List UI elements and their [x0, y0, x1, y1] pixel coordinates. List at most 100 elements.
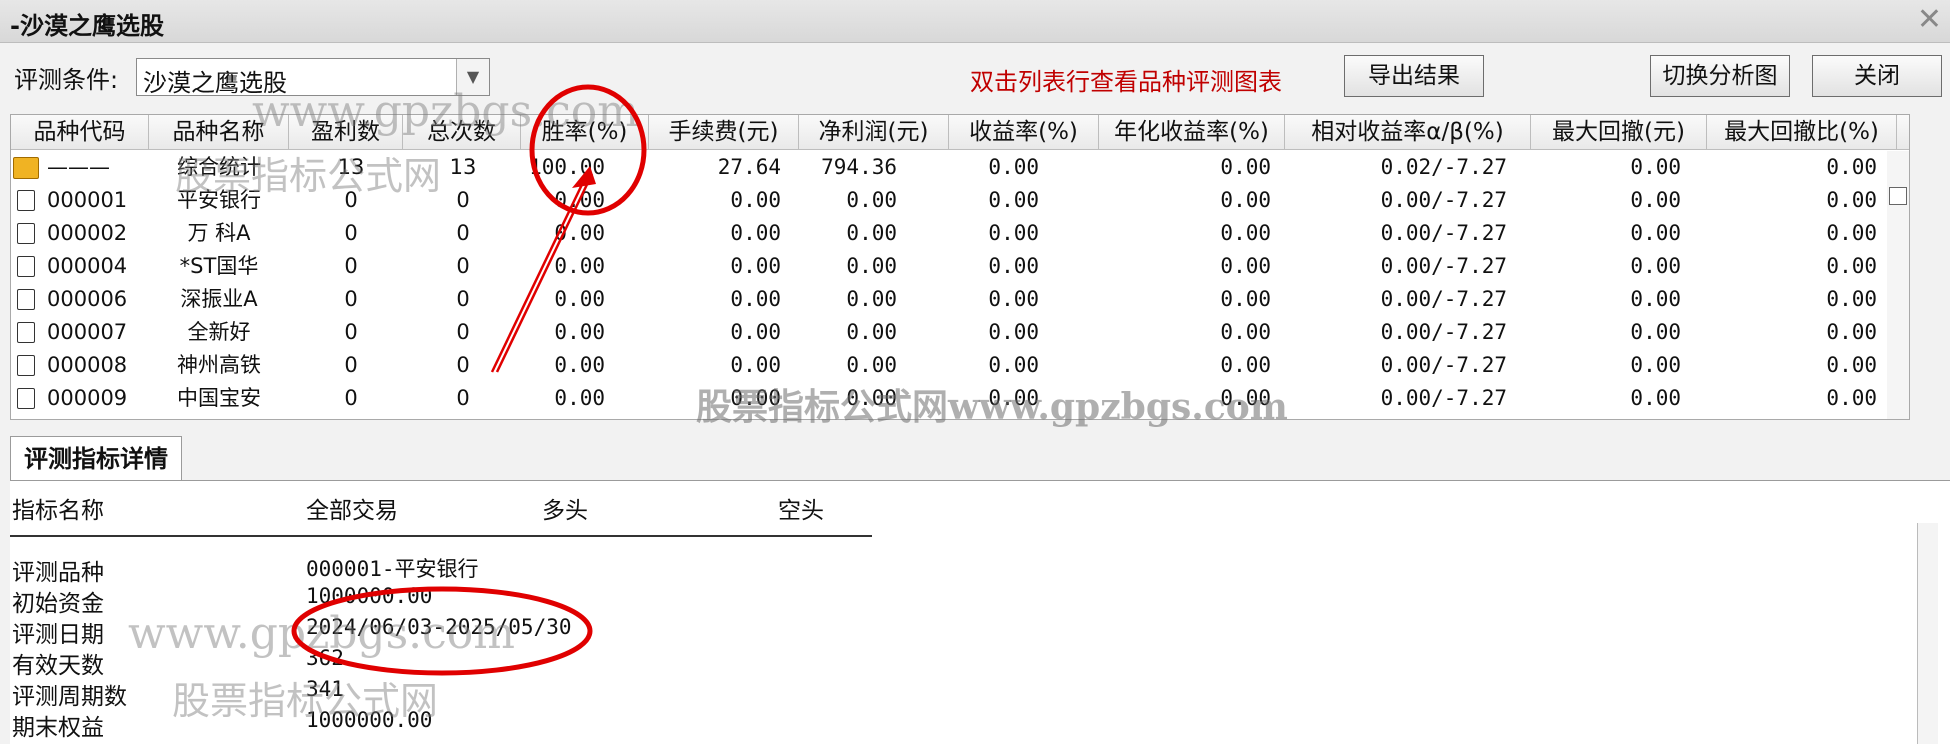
cell-ddr: 0.00	[1826, 155, 1877, 179]
detail-row: 初始资金 1000000.00	[10, 584, 910, 617]
column-header[interactable]: 盈利数	[289, 115, 403, 149]
folder-icon	[13, 157, 39, 179]
detail-header-name: 指标名称	[12, 498, 104, 524]
condition-select[interactable]: 沙漠之鹰选股 ▼	[136, 58, 490, 97]
detail-value: 000001-平安银行	[306, 557, 479, 581]
cell-ret: 0.00	[988, 353, 1039, 377]
column-header[interactable]: 胜率(%)	[521, 115, 649, 149]
detail-header-all: 全部交易	[306, 498, 398, 524]
close-icon[interactable]: ✕	[1917, 2, 1942, 37]
cell-ddr: 0.00	[1826, 386, 1877, 410]
detail-panel: 指标名称 全部交易 多头 空头 评测品种 000001-平安银行 初始资金 10000…	[10, 480, 1950, 744]
cell-name: 综合统计	[177, 155, 261, 179]
cell-code: 000007	[47, 320, 128, 344]
detail-value: 341	[306, 677, 344, 701]
detail-value: 1000000.00	[306, 584, 433, 608]
cell-ret: 0.00	[988, 386, 1039, 410]
detail-scrollbar[interactable]	[1917, 523, 1938, 744]
cell-ret: 0.00	[988, 188, 1039, 212]
document-icon	[17, 388, 35, 409]
close-button[interactable]: 关闭	[1812, 55, 1942, 97]
cell-annual: 0.00	[1220, 221, 1271, 245]
table-row[interactable]: ——— 综合统计 13 13 100.00 27.64 794.36 0.00 0.00 0.02…	[11, 151, 1909, 184]
column-header[interactable]: 手续费(元)	[649, 115, 799, 149]
chevron-down-icon[interactable]: ▼	[456, 59, 489, 95]
table-row[interactable]: 000007 全新好 0 0 0.00 0.00 0.00 0.00 0.00 0.00/-7.2…	[11, 316, 1909, 349]
cell-code: ———	[47, 155, 110, 179]
cell-code: 000006	[47, 287, 128, 311]
document-icon	[17, 223, 35, 244]
cell-annual: 0.00	[1220, 254, 1271, 278]
cell-annual: 0.00	[1220, 353, 1271, 377]
detail-value: 2024/06/03-2025/05/30	[306, 615, 572, 639]
cell-name: 万 科A	[187, 221, 251, 245]
cell-annual: 0.00	[1220, 386, 1271, 410]
cell-ret: 0.00	[988, 221, 1039, 245]
cell-code: 000008	[47, 353, 128, 377]
column-header[interactable]: 收益率(%)	[949, 115, 1099, 149]
table-row[interactable]: 000009 中国宝安 0 0 0.00 0.00 0.00 0.00 0.00 0.00/-7.…	[11, 382, 1909, 415]
cell-ret: 0.00	[988, 254, 1039, 278]
switch-chart-button[interactable]: 切换分析图	[1650, 55, 1790, 97]
document-icon	[17, 322, 35, 343]
table-header: 品种代码 品种名称 盈利数 总次数 胜率(%) 手续费(元) 净利润(元) 收益率(%) 年化收…	[11, 115, 1909, 150]
column-header[interactable]: 品种名称	[149, 115, 289, 149]
cell-annual: 0.00	[1220, 287, 1271, 311]
cell-ddr: 0.00	[1826, 188, 1877, 212]
title-bar: -沙漠之鹰选股 ✕	[0, 0, 1950, 43]
detail-row: 评测周期数 341	[10, 677, 910, 710]
export-button[interactable]: 导出结果	[1344, 55, 1484, 97]
table-row[interactable]: 000004 *ST国华 0 0 0.00 0.00 0.00 0.00 0.00 0.00/-7…	[11, 250, 1909, 283]
window-title: -沙漠之鹰选股	[10, 12, 164, 40]
table-scrollbar[interactable]	[1887, 151, 1909, 419]
table-row[interactable]: 000008 神州高铁 0 0 0.00 0.00 0.00 0.00 0.00 0.00/-7.…	[11, 349, 1909, 382]
cell-code: 000004	[47, 254, 128, 278]
column-header[interactable]: 最大回撤(元)	[1531, 115, 1707, 149]
detail-row: 期末权益 1000000.00	[10, 708, 910, 741]
column-header[interactable]: 品种代码	[11, 115, 149, 149]
cell-name: 平安银行	[177, 188, 261, 212]
cell-ddr: 0.00	[1826, 353, 1877, 377]
table-row[interactable]: 000002 万 科A 0 0 0.00 0.00 0.00 0.00 0.00 0.00/-7.…	[11, 217, 1909, 250]
detail-key: 评测周期数	[12, 684, 127, 710]
condition-label: 评测条件:	[14, 66, 119, 94]
cell-ddr: 0.00	[1826, 287, 1877, 311]
column-header[interactable]: 最大回撤比(%)	[1707, 115, 1897, 149]
table-row[interactable]: 000006 深振业A 0 0 0.00 0.00 0.00 0.00 0.00 0.00/-7.…	[11, 283, 1909, 316]
results-table[interactable]: 品种代码 品种名称 盈利数 总次数 胜率(%) 手续费(元) 净利润(元) 收益率(%) 年化收…	[10, 114, 1910, 420]
cell-ret: 0.00	[988, 155, 1039, 179]
detail-key: 初始资金	[12, 591, 104, 617]
detail-value: 362	[306, 646, 344, 670]
table-row[interactable]: 000001 平安银行 0 0 0.00 0.00 0.00 0.00 0.00 0.00/-7.…	[11, 184, 1909, 217]
condition-value: 沙漠之鹰选股	[143, 69, 287, 97]
detail-row: 评测日期 2024/06/03-2025/05/30	[10, 615, 910, 648]
checkbox-icon[interactable]	[1889, 187, 1907, 205]
cell-code: 000001	[47, 188, 128, 212]
cell-code: 000009	[47, 386, 128, 410]
detail-row: 评测品种 000001-平安银行	[10, 553, 910, 586]
cell-code: 000002	[47, 221, 128, 245]
cell-name: 深振业A	[180, 287, 258, 311]
cell-name: 神州高铁	[177, 353, 261, 377]
tab-detail[interactable]: 评测指标详情	[10, 436, 182, 480]
hint-text: 双击列表行查看品种评测图表	[970, 68, 1282, 96]
cell-ddr: 0.00	[1826, 320, 1877, 344]
column-header[interactable]: 净利润(元)	[799, 115, 949, 149]
detail-key: 期末权益	[12, 715, 104, 741]
cell-ddr: 0.00	[1826, 221, 1877, 245]
cell-name: 全新好	[187, 320, 251, 344]
column-header[interactable]: 总次数	[403, 115, 521, 149]
document-icon	[17, 256, 35, 277]
detail-header-short: 空头	[778, 498, 824, 524]
cell-name: *ST国华	[179, 254, 259, 278]
column-header[interactable]: 年化收益率(%)	[1099, 115, 1285, 149]
detail-row: 有效天数 362	[10, 646, 910, 679]
document-icon	[17, 190, 35, 211]
cell-ret: 0.00	[988, 320, 1039, 344]
detail-divider	[10, 535, 872, 537]
column-header[interactable]: 相对收益率α/β(%)	[1285, 115, 1531, 149]
cell-annual: 0.00	[1220, 155, 1271, 179]
document-icon	[17, 289, 35, 310]
detail-key: 评测日期	[12, 622, 104, 648]
cell-ret: 0.00	[988, 287, 1039, 311]
